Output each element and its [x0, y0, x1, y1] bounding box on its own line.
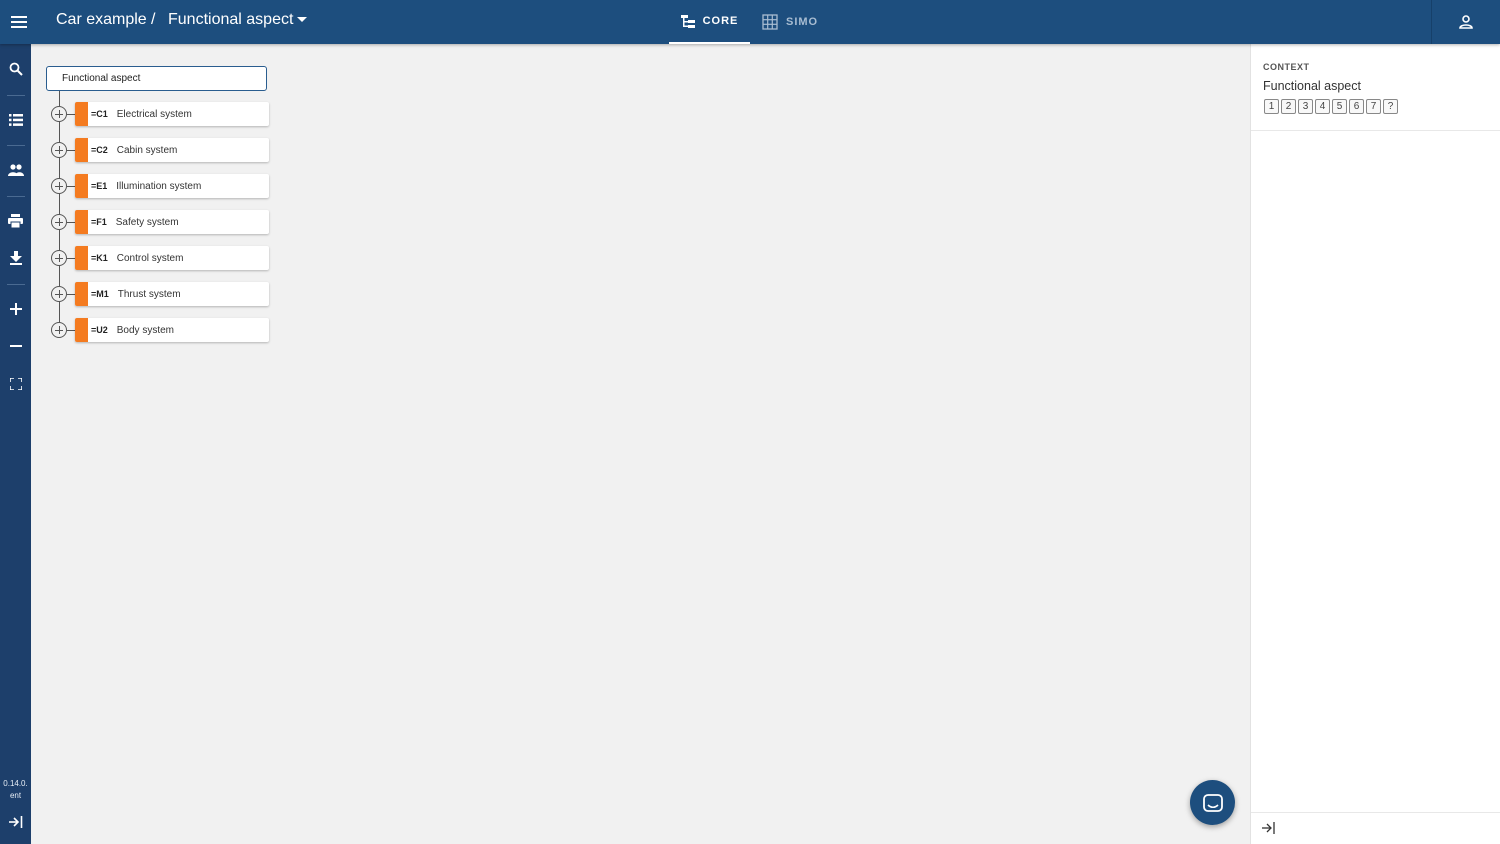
- node-code: =C2: [91, 145, 108, 155]
- expand-node-icon[interactable]: [51, 214, 67, 230]
- tree-node[interactable]: =E1 Illumination system: [75, 174, 269, 198]
- aspect-dropdown[interactable]: Functional aspect: [168, 0, 308, 40]
- breadcrumb-project[interactable]: Car example: [56, 0, 147, 40]
- left-toolbar: 0.14.0. ent: [0, 44, 31, 844]
- tree-node[interactable]: =M1 Thrust system: [75, 282, 269, 306]
- list-view-button[interactable]: [0, 106, 31, 134]
- node-code: =F1: [91, 217, 107, 227]
- search-icon: [9, 62, 23, 76]
- level-button[interactable]: 6: [1349, 99, 1364, 114]
- version-line-2: ent: [9, 791, 22, 800]
- fit-screen-icon: [9, 378, 22, 390]
- level-button[interactable]: 2: [1281, 99, 1296, 114]
- zoom-in-button[interactable]: [0, 295, 31, 323]
- level-selector: 1 2 3 4 5 6 7?: [1264, 99, 1398, 114]
- top-bar: Car example / Functional aspect CORE SIM…: [0, 0, 1500, 44]
- node-name: Control system: [116, 252, 184, 264]
- expand-node-icon[interactable]: [51, 178, 67, 194]
- version-label: 0.14.0. ent: [0, 778, 31, 802]
- zoom-out-icon: [9, 345, 22, 347]
- chat-button[interactable]: [1190, 780, 1235, 825]
- node-accent-bar: [75, 138, 88, 162]
- context-panel: CONTEXT Functional aspect 1 2 3 4 5 6 7?: [1250, 44, 1500, 844]
- expand-node-icon[interactable]: [51, 286, 67, 302]
- breadcrumb-separator: /: [151, 11, 156, 28]
- tree-node[interactable]: =K1 Control system: [75, 246, 269, 270]
- people-icon: [7, 164, 24, 176]
- context-title: Functional aspect: [1263, 79, 1361, 93]
- tab-core[interactable]: CORE: [669, 0, 750, 44]
- tree-root-node[interactable]: Functional aspect: [46, 66, 267, 91]
- aspect-dropdown-label: Functional aspect: [168, 11, 294, 28]
- collapse-right-icon: [1262, 822, 1275, 834]
- level-button[interactable]: ?: [1383, 99, 1398, 114]
- grid-icon: [762, 14, 778, 30]
- tab-core-label: CORE: [702, 15, 739, 27]
- node-code: =M1: [91, 289, 109, 299]
- download-button[interactable]: [0, 244, 31, 272]
- zoom-out-button[interactable]: [0, 332, 31, 360]
- level-button[interactable]: 7: [1366, 99, 1381, 114]
- expand-node-icon[interactable]: [51, 142, 67, 158]
- node-code: =K1: [91, 253, 108, 263]
- list-icon: [8, 114, 23, 126]
- level-button[interactable]: 4: [1315, 99, 1330, 114]
- node-name: Cabin system: [116, 144, 178, 156]
- node-accent-bar: [75, 210, 88, 234]
- tree-node[interactable]: =U2 Body system: [75, 318, 269, 342]
- tab-simo-label: SIMO: [786, 16, 819, 28]
- people-button[interactable]: [0, 156, 31, 184]
- panel-divider: [1251, 130, 1500, 131]
- node-name: Safety system: [115, 216, 179, 228]
- level-button[interactable]: 3: [1298, 99, 1313, 114]
- caret-down-icon: [297, 17, 308, 22]
- level-button[interactable]: 1: [1264, 99, 1279, 114]
- expand-node-icon[interactable]: [51, 106, 67, 122]
- tab-simo[interactable]: SIMO: [762, 0, 818, 44]
- node-code: =C1: [91, 109, 108, 119]
- search-button[interactable]: [0, 55, 31, 83]
- panel-bottom-divider: [1251, 812, 1500, 813]
- node-name: Electrical system: [116, 108, 192, 120]
- zoom-in-icon: [9, 303, 22, 315]
- node-accent-bar: [75, 102, 88, 126]
- tree-icon: [680, 14, 695, 28]
- node-accent-bar: [75, 246, 88, 270]
- node-accent-bar: [75, 282, 88, 306]
- expand-node-icon[interactable]: [51, 322, 67, 338]
- level-button[interactable]: 5: [1332, 99, 1347, 114]
- context-label: CONTEXT: [1263, 62, 1310, 72]
- node-name: Illumination system: [116, 180, 202, 192]
- user-icon: [1459, 15, 1473, 29]
- tree-node[interactable]: =F1 Safety system: [75, 210, 269, 234]
- node-accent-bar: [75, 174, 88, 198]
- node-accent-bar: [75, 318, 88, 342]
- chat-icon: [1202, 793, 1223, 812]
- expand-panel-button[interactable]: [0, 808, 31, 836]
- collapse-panel-button[interactable]: [1259, 818, 1279, 838]
- node-code: =E1: [91, 181, 108, 191]
- node-name: Body system: [116, 324, 175, 336]
- node-code: =U2: [91, 325, 108, 335]
- hamburger-icon: [11, 16, 27, 28]
- fit-screen-button[interactable]: [0, 370, 31, 398]
- version-line-1: 0.14.0.: [3, 779, 28, 788]
- node-name: Thrust system: [117, 288, 181, 300]
- expand-node-icon[interactable]: [51, 250, 67, 266]
- menu-button[interactable]: [0, 0, 38, 44]
- tree-node[interactable]: =C1 Electrical system: [75, 102, 269, 126]
- download-icon: [9, 251, 22, 265]
- print-icon: [8, 214, 23, 228]
- tree-node[interactable]: =C2 Cabin system: [75, 138, 269, 162]
- login-arrow-icon: [8, 816, 22, 828]
- print-button[interactable]: [0, 207, 31, 235]
- user-account-button[interactable]: [1431, 0, 1500, 44]
